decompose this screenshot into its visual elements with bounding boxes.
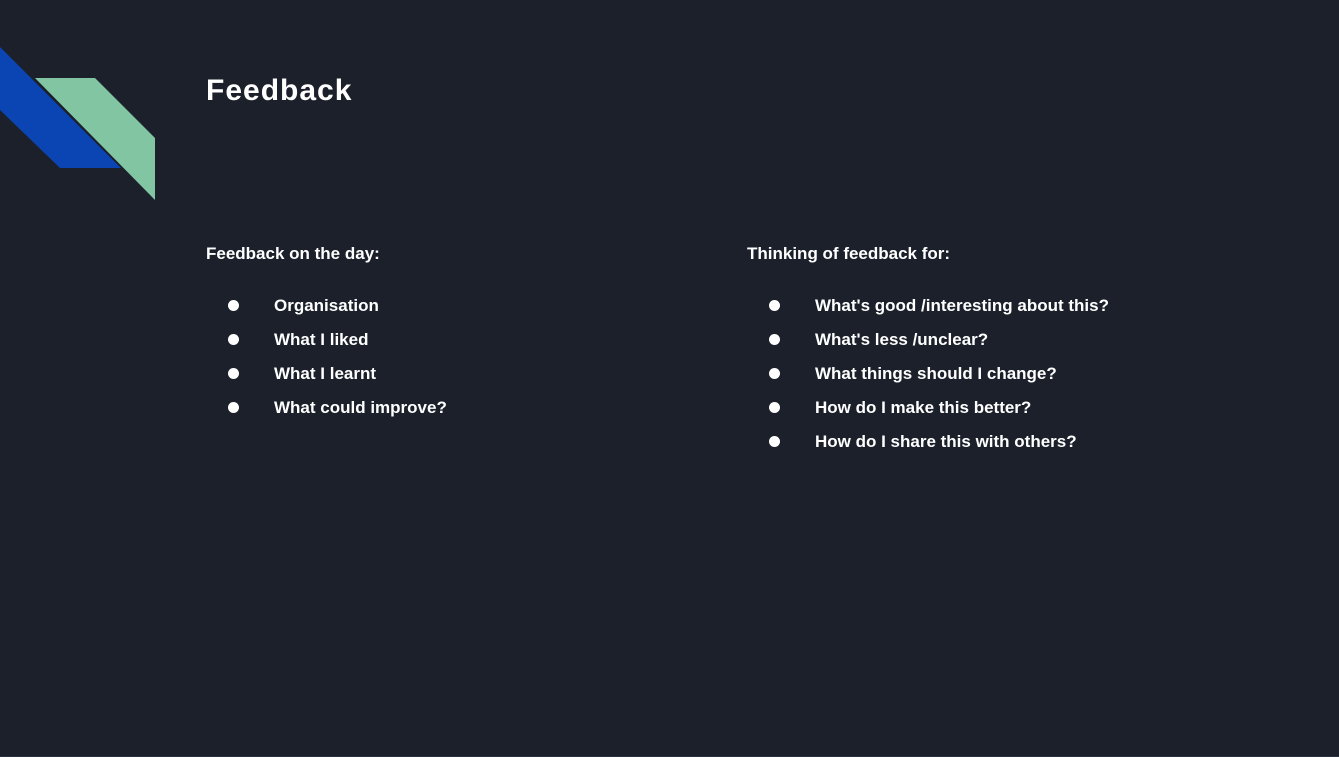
list-item: What could improve? bbox=[206, 396, 676, 430]
list-item-text: What I learnt bbox=[274, 364, 377, 383]
bullet-icon bbox=[769, 402, 780, 413]
bullet-icon bbox=[228, 334, 239, 345]
list-item: How do I make this better? bbox=[747, 396, 1307, 430]
list-item: How do I share this with others? bbox=[747, 430, 1307, 464]
list-item: What things should I change? bbox=[747, 362, 1307, 396]
list-item: What I liked bbox=[206, 328, 676, 362]
slide-title: Feedback bbox=[206, 74, 353, 107]
bullet-icon bbox=[769, 368, 780, 379]
bullet-icon bbox=[769, 300, 780, 311]
list-item-text: What's less /unclear? bbox=[815, 330, 989, 349]
left-column-heading: Feedback on the day: bbox=[206, 244, 380, 263]
bullet-icon bbox=[769, 436, 780, 447]
bullet-icon bbox=[228, 300, 239, 311]
list-item-text: What things should I change? bbox=[815, 364, 1057, 383]
list-item-text: How do I make this better? bbox=[815, 398, 1032, 417]
list-item: What I learnt bbox=[206, 362, 676, 396]
bullet-icon bbox=[769, 334, 780, 345]
bullet-icon bbox=[228, 402, 239, 413]
list-item-text: Organisation bbox=[274, 296, 379, 315]
slide: Feedback Feedback on the day: Organisati… bbox=[0, 0, 1339, 757]
list-item: What's less /unclear? bbox=[747, 328, 1307, 362]
left-column: Feedback on the day: Organisation What I… bbox=[206, 240, 676, 430]
list-item: What's good /interesting about this? bbox=[747, 294, 1307, 328]
list-item-text: What could improve? bbox=[274, 398, 447, 417]
list-item-text: What I liked bbox=[274, 330, 369, 349]
right-column-heading: Thinking of feedback for: bbox=[747, 244, 951, 263]
list-item: Organisation bbox=[206, 294, 676, 328]
bullet-icon bbox=[228, 368, 239, 379]
left-bullet-list: Organisation What I liked What I learnt … bbox=[206, 294, 676, 430]
right-bullet-list: What's good /interesting about this? Wha… bbox=[747, 294, 1307, 464]
list-item-text: What's good /interesting about this? bbox=[815, 296, 1109, 315]
corner-decoration bbox=[0, 47, 155, 200]
right-column: Thinking of feedback for: What's good /i… bbox=[747, 240, 1307, 464]
list-item-text: How do I share this with others? bbox=[815, 432, 1077, 451]
